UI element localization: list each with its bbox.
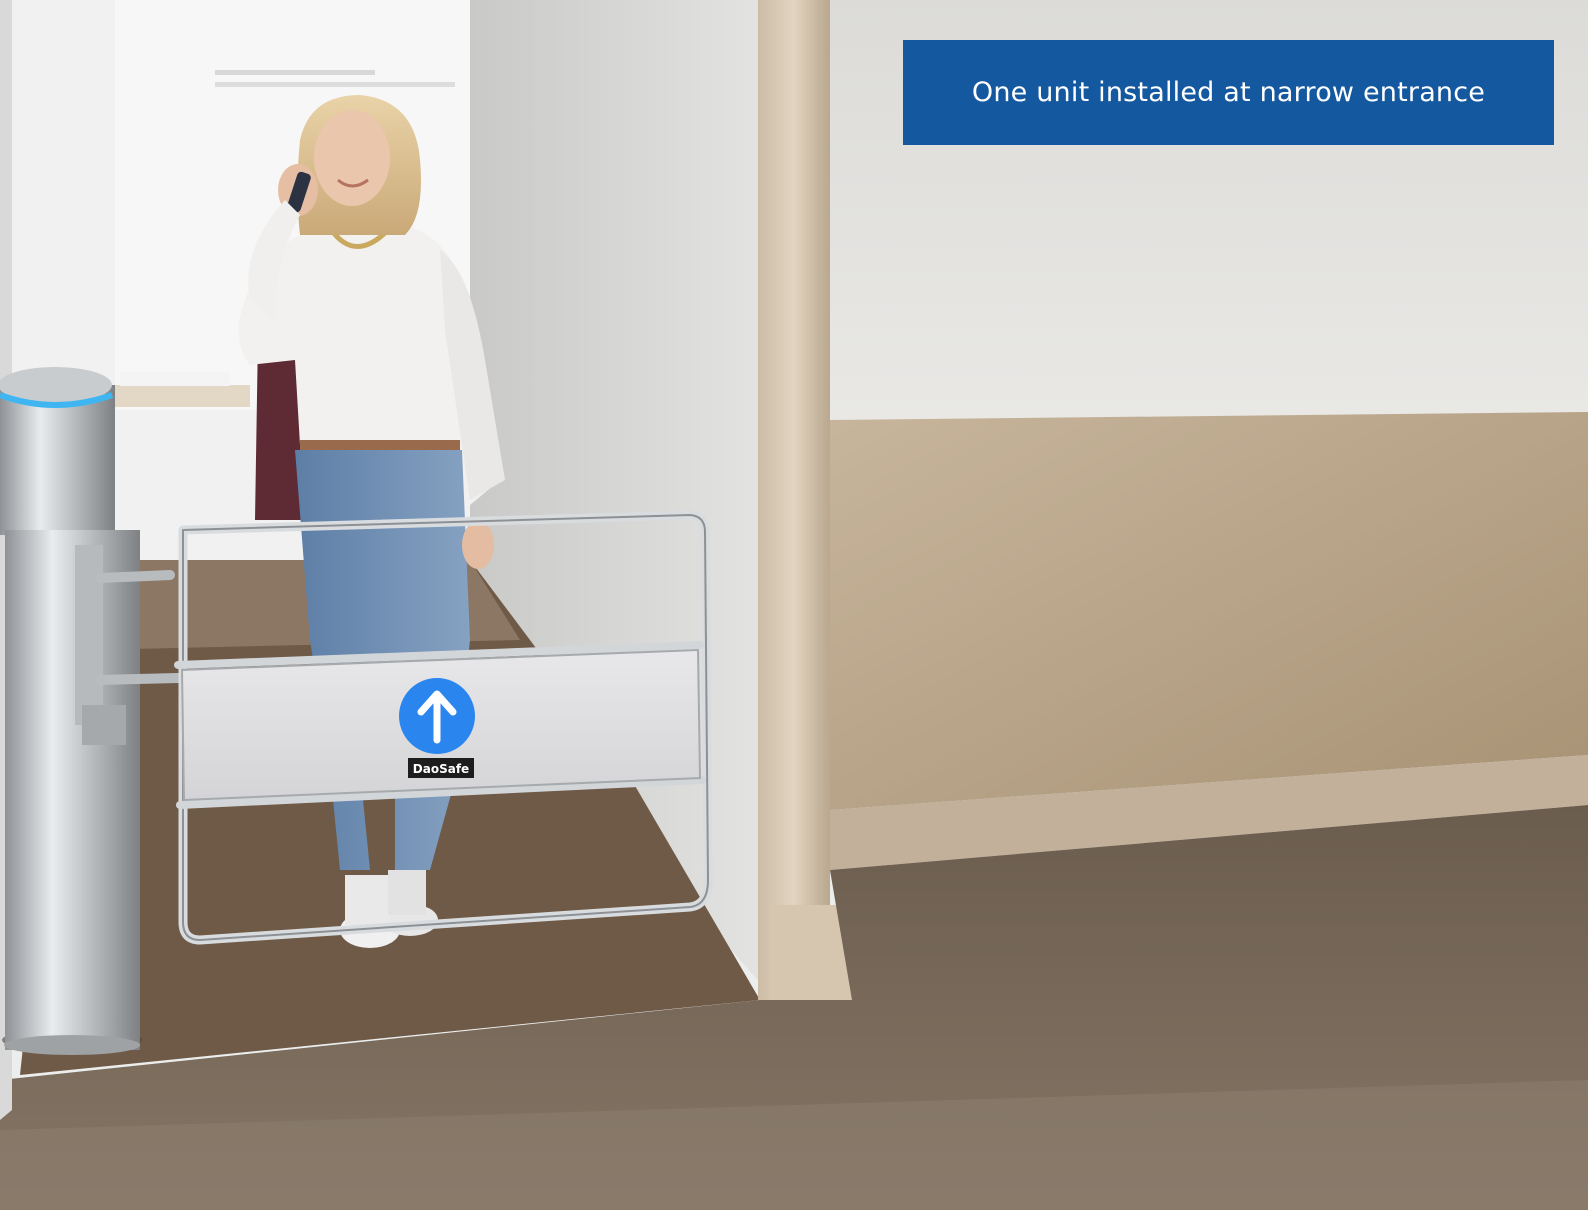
brand-text: DaoSafe — [413, 762, 469, 776]
display-table — [110, 385, 250, 407]
caption-text: One unit installed at narrow entrance — [971, 77, 1486, 108]
pillar — [758, 0, 830, 1000]
belt — [300, 440, 460, 450]
right-wall-lower — [830, 412, 1588, 810]
caption-banner: One unit installed at narrow entrance — [903, 40, 1554, 145]
photo-illustration: DaoSafe — [0, 0, 1588, 1210]
entrance-photo: DaoSafe One unit installed at narrow ent… — [0, 0, 1588, 1210]
face — [314, 110, 390, 206]
post-body — [5, 530, 140, 1050]
